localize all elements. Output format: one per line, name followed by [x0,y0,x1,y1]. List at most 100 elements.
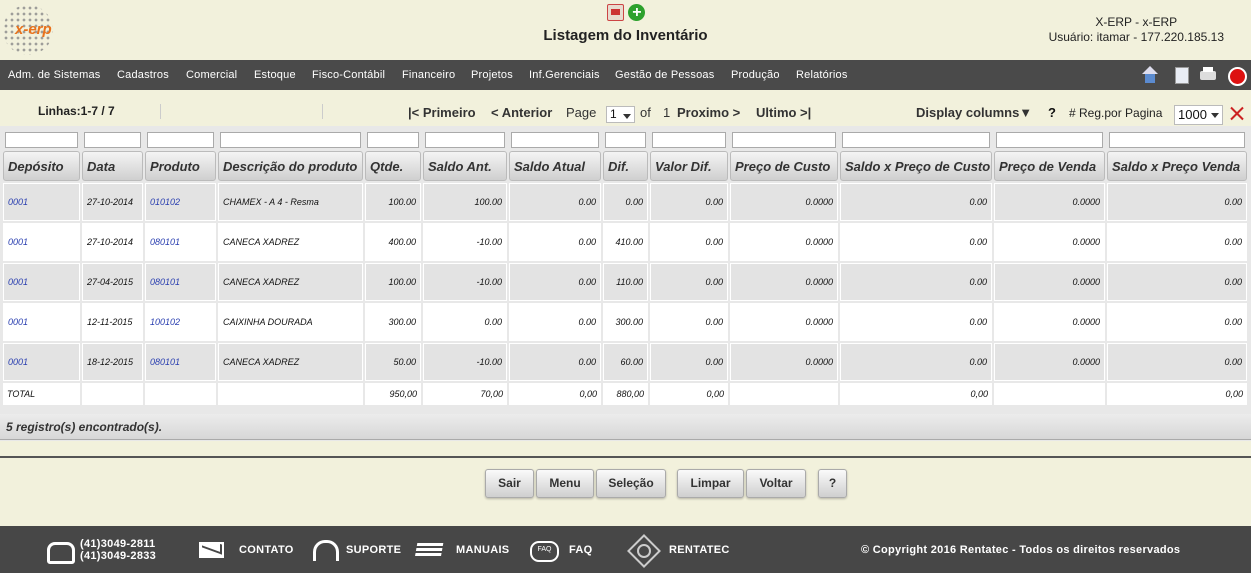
filter-valor-dif-input[interactable] [652,131,726,148]
deposito-link[interactable]: 0001 [8,357,28,367]
headset-icon[interactable] [311,539,339,561]
total-saldo-preco-custo: 0,00 [840,383,992,405]
menu-relatorios[interactable]: Relatórios [796,69,848,81]
pager-help-link[interactable]: ? [1048,105,1056,120]
display-columns-menu[interactable]: Display columns▼ [916,105,1032,120]
help-button[interactable]: ? [818,469,847,498]
contato-link[interactable]: CONTATO [239,544,294,556]
col-header-qtde[interactable]: Qtde. [365,151,421,181]
col-header-dif[interactable]: Dif. [603,151,648,181]
produto-link[interactable]: 080101 [150,357,180,367]
cell-qtde: 100.00 [365,183,421,221]
cell-descricao: CAIXINHA DOURADA [218,303,363,341]
produto-link[interactable]: 080101 [150,237,180,247]
deposito-link[interactable]: 0001 [8,317,28,327]
menu-adm-sistemas[interactable]: Adm. de Sistemas [8,69,100,81]
filter-deposito-input[interactable] [5,131,78,148]
filter-dif-input[interactable] [605,131,646,148]
mail-icon[interactable] [199,539,225,561]
next-page-link[interactable]: Proximo > [677,105,740,120]
filter-saldo-preco-venda-input[interactable] [1109,131,1245,148]
menu-projetos[interactable]: Projetos [471,69,513,81]
cell-saldo-atual: 0.00 [509,343,601,381]
menu-cadastros[interactable]: Cadastros [117,69,169,81]
menu-button[interactable]: Menu [536,469,594,498]
col-header-saldo-preco-venda[interactable]: Saldo x Preço Venda [1107,151,1247,181]
produto-link[interactable]: 100102 [150,317,180,327]
col-header-deposito[interactable]: Depósito [3,151,80,181]
col-header-descricao[interactable]: Descrição do produto [218,151,363,181]
pdf-icon[interactable] [607,4,624,21]
cell-data: 12-11-2015 [82,303,143,341]
menu-gestao-pessoas[interactable]: Gestão de Pessoas [615,69,714,81]
last-page-link[interactable]: Ultimo >| [756,105,811,120]
rentatec-link[interactable]: RENTATEC [669,544,730,556]
produto-link[interactable]: 080101 [150,277,180,287]
sair-button[interactable]: Sair [485,469,534,498]
cell-preco-custo: 0.0000 [730,263,838,301]
cell-saldo-ant: -10.00 [423,223,507,261]
cell-dif: 300.00 [603,303,648,341]
deposito-link[interactable]: 0001 [8,197,28,207]
col-header-preco-venda[interactable]: Preço de Venda [994,151,1105,181]
filter-preco-custo-input[interactable] [732,131,836,148]
deposito-link[interactable]: 0001 [8,237,28,247]
menu-estoque[interactable]: Estoque [254,69,296,81]
col-header-valor-dif[interactable]: Valor Dif. [650,151,728,181]
filter-produto-input[interactable] [147,131,214,148]
deposito-link[interactable]: 0001 [8,277,28,287]
print-icon[interactable] [1199,66,1217,84]
page-select[interactable]: 1 [606,106,635,123]
previous-page-link[interactable]: < Anterior [491,105,552,120]
produto-link[interactable]: 010102 [150,197,180,207]
books-icon[interactable] [416,539,442,561]
filter-cell [423,131,507,149]
col-header-produto[interactable]: Produto [145,151,216,181]
col-header-data[interactable]: Data [82,151,143,181]
suporte-link[interactable]: SUPORTE [346,544,401,556]
home-icon[interactable] [1141,66,1159,84]
globe-icon[interactable] [630,539,656,561]
filter-cell [509,131,601,149]
cell-preco-custo: 0.0000 [730,303,838,341]
col-header-preco-custo[interactable]: Preço de Custo [730,151,838,181]
col-header-saldo-preco-custo[interactable]: Saldo x Preço de Custo [840,151,992,181]
selecao-button[interactable]: Seleção [596,469,666,498]
records-per-page-select[interactable]: 1000 [1174,105,1223,125]
records-per-page-value: 1000 [1178,107,1207,122]
document-icon[interactable] [1172,66,1190,84]
cell-deposito: 0001 [3,263,80,301]
cell-saldo-preco-custo: 0.00 [840,223,992,261]
filter-saldo-ant-input[interactable] [425,131,505,148]
menu-comercial[interactable]: Comercial [186,69,237,81]
col-header-saldo-ant[interactable]: Saldo Ant. [423,151,507,181]
cell-saldo-atual: 0.00 [509,303,601,341]
col-header-saldo-atual[interactable]: Saldo Atual [509,151,601,181]
menu-inf-gerenciais[interactable]: Inf.Gerenciais [529,69,600,81]
filter-data-input[interactable] [84,131,141,148]
voltar-button[interactable]: Voltar [746,469,806,498]
cell-qtde: 400.00 [365,223,421,261]
menu-producao[interactable]: Produção [731,69,780,81]
cell-descricao: CANECA XADREZ [218,223,363,261]
exit-icon[interactable] [1227,66,1247,86]
limpar-button[interactable]: Limpar [677,469,744,498]
filter-descricao-input[interactable] [220,131,361,148]
menu-fisco-contabil[interactable]: Fisco-Contábil [312,69,385,81]
filter-cell [730,131,838,149]
cell-saldo-ant: 0.00 [423,303,507,341]
faq-link[interactable]: FAQ [569,544,593,556]
faq-icon[interactable] [530,539,559,562]
first-page-link[interactable]: |< Primeiro [408,105,476,120]
add-icon[interactable]: + [628,4,646,21]
cell-valor-dif: 0.00 [650,303,728,341]
filter-saldo-atual-input[interactable] [511,131,599,148]
filter-preco-venda-input[interactable] [996,131,1103,148]
filter-saldo-preco-custo-input[interactable] [842,131,990,148]
cell-produto: 080101 [145,263,216,301]
menu-financeiro[interactable]: Financeiro [402,69,455,81]
table-row: 0001 27-10-2014 010102 CHAMEX - A 4 - Resma… [3,183,1247,221]
filter-qtde-input[interactable] [367,131,419,148]
manuais-link[interactable]: MANUAIS [456,544,509,556]
clear-filter-icon[interactable] [1229,106,1244,121]
